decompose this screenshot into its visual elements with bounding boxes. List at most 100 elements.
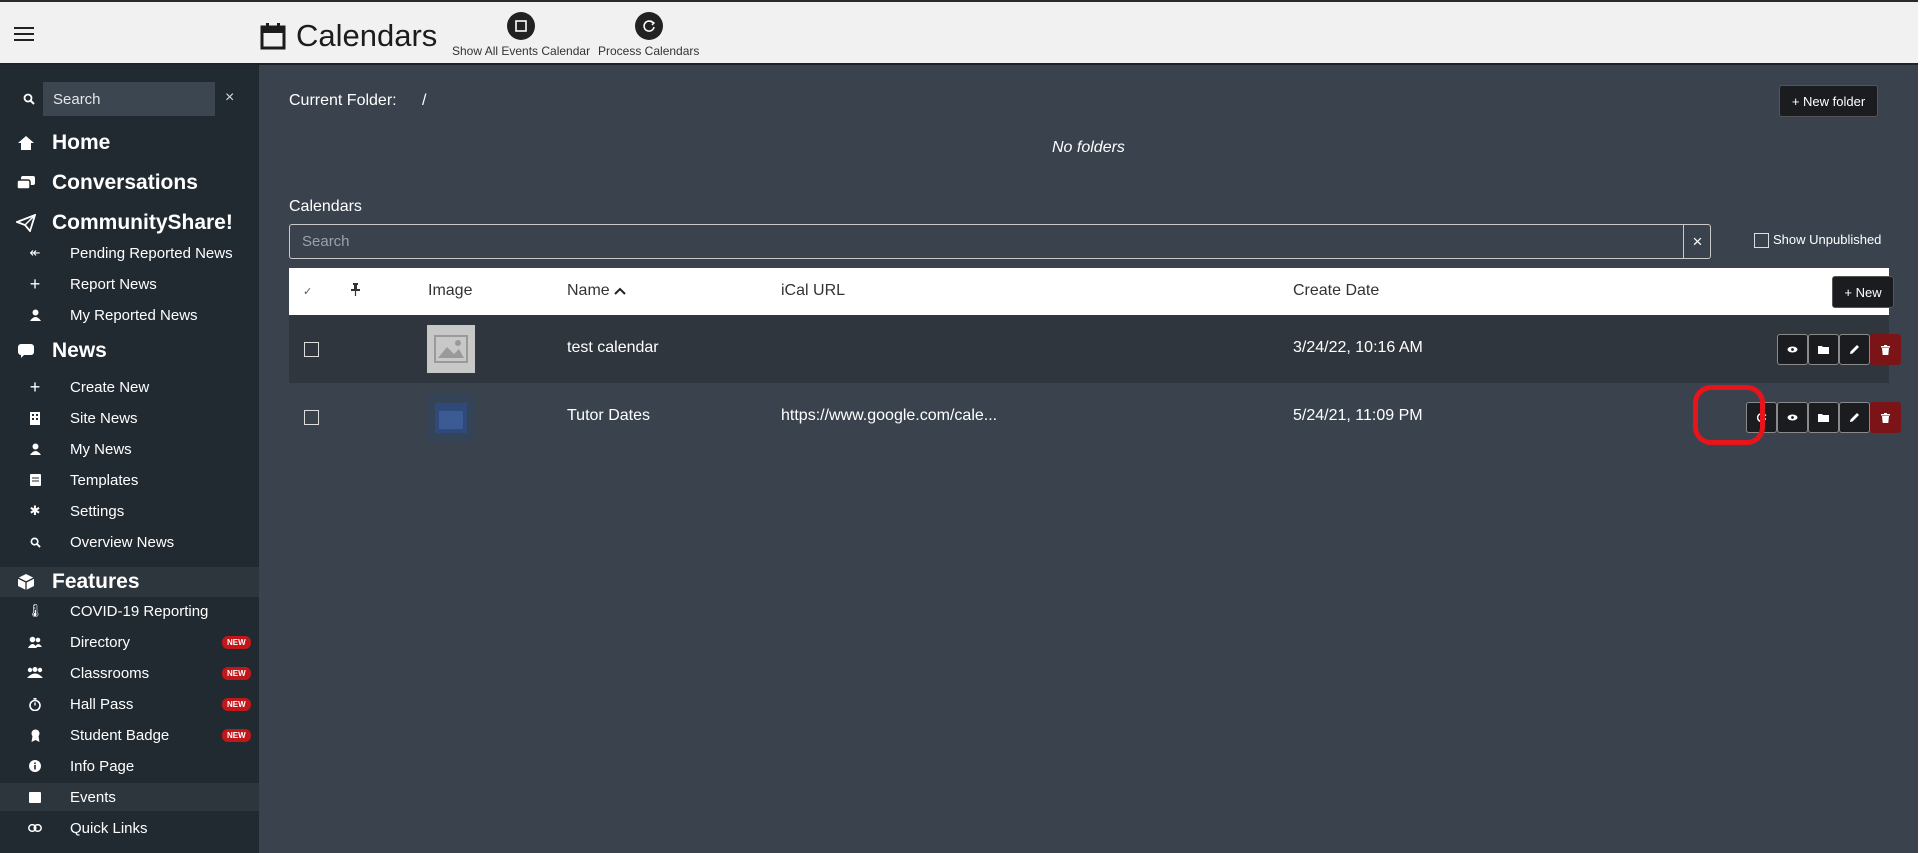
no-folders-message: No folders <box>1052 139 1125 156</box>
calendar-ical-url: https://www.google.com/cale... <box>781 407 998 424</box>
sidebar-item-site-news[interactable]: Site News <box>0 404 259 432</box>
sidebar-item-quick-links[interactable]: Quick Links <box>0 814 259 842</box>
sidebar-search-clear-button[interactable]: × <box>225 89 234 107</box>
column-name-sort[interactable]: Name <box>567 282 610 300</box>
table-row: test calendar 3/24/22, 10:16 AM <box>289 315 1901 383</box>
sidebar-item-news[interactable]: News <box>0 336 259 366</box>
show-all-events-label: Show All Events Calendar <box>452 44 591 58</box>
delete-button[interactable] <box>1870 334 1901 365</box>
chat-icon <box>16 176 35 190</box>
sidebar-item-label: Site News <box>70 409 138 427</box>
comment-icon <box>18 344 34 358</box>
check-all-icon[interactable]: ✓ <box>303 285 312 298</box>
sidebar-item-my-news[interactable]: My News <box>0 435 259 463</box>
move-folder-button[interactable] <box>1808 402 1839 433</box>
plus-icon: + <box>29 273 41 294</box>
show-all-events-calendar-button[interactable]: Show All Events Calendar <box>452 12 590 58</box>
stopwatch-icon <box>29 697 41 711</box>
hamburger-menu-icon[interactable] <box>14 27 34 43</box>
table-header: ✓ Image Name iCal URL Create Date + New <box>289 268 1894 315</box>
sidebar-item-student-badge[interactable]: Student Badge NEW <box>0 721 259 749</box>
sidebar-item-templates[interactable]: Templates <box>0 466 259 494</box>
process-calendars-button[interactable]: Process Calendars <box>598 12 699 58</box>
sync-calendar-button[interactable] <box>1746 402 1777 433</box>
delete-button[interactable] <box>1870 402 1901 433</box>
sidebar-item-label: Quick Links <box>70 819 148 837</box>
main-content: Current Folder: / + New folder No folder… <box>259 65 1918 853</box>
pencil-icon <box>1850 345 1859 354</box>
user-icon <box>29 309 41 321</box>
page-header: Calendars <box>260 18 437 54</box>
sidebar-item-label: Directory <box>70 633 131 651</box>
calendar-search-clear-button[interactable]: × <box>1683 225 1711 258</box>
trash-icon <box>1881 412 1890 423</box>
sidebar-item-settings[interactable]: ✱ Settings <box>0 497 259 525</box>
user-icon <box>29 443 41 455</box>
column-create-date: Create Date <box>1293 282 1380 299</box>
column-image: Image <box>428 282 473 299</box>
sidebar-item-label: Create New <box>70 378 150 396</box>
sidebar-item-my-reported-news[interactable]: My Reported News <box>0 301 259 329</box>
calendar-name[interactable]: Tutor Dates <box>567 407 650 425</box>
sidebar-item-home[interactable]: Home <box>0 128 259 158</box>
folder-icon <box>1818 346 1829 354</box>
new-badge: NEW <box>222 729 251 742</box>
sidebar-news-label: News <box>52 339 107 362</box>
sidebar-item-info-page[interactable]: Info Page <box>0 752 259 780</box>
sidebar-item-classrooms[interactable]: Classrooms NEW <box>0 659 259 687</box>
sidebar-features-label: Features <box>52 570 140 593</box>
new-folder-button[interactable]: + New folder <box>1779 85 1878 117</box>
sidebar-item-communityshare[interactable]: CommunityShare! <box>0 208 259 238</box>
sidebar-item-label: Classrooms <box>70 664 150 682</box>
reply-all-icon: ↞ <box>29 245 41 260</box>
sidebar-item-pending-reported-news[interactable]: ↞ Pending Reported News <box>0 239 259 267</box>
sidebar-item-conversations[interactable]: Conversations <box>0 168 259 198</box>
sort-ascending-icon[interactable] <box>614 287 626 295</box>
edit-button[interactable] <box>1839 334 1870 365</box>
sidebar-item-features[interactable]: Features <box>0 567 259 597</box>
move-folder-button[interactable] <box>1808 334 1839 365</box>
sidebar-item-label: Templates <box>70 471 139 489</box>
sidebar-item-overview-news[interactable]: Overview News <box>0 528 259 556</box>
new-calendar-button[interactable]: + New <box>1832 276 1894 308</box>
current-folder-label: Current Folder: <box>289 92 397 109</box>
edit-button[interactable] <box>1839 402 1870 433</box>
sidebar-item-covid-19-reporting[interactable]: 🌡︎ COVID-19 Reporting <box>0 597 259 625</box>
sidebar-item-label: Overview News <box>70 533 175 551</box>
sidebar-item-label: Pending Reported News <box>70 244 233 262</box>
eye-icon <box>1787 414 1798 421</box>
sidebar-item-events[interactable]: Events <box>0 783 259 811</box>
calendar-create-date: 3/24/22, 10:16 AM <box>1293 339 1423 356</box>
sidebar-item-directory[interactable]: Directory NEW <box>0 628 259 656</box>
current-folder-path: / <box>422 92 427 109</box>
calendar-search: × <box>289 224 1711 259</box>
view-button[interactable] <box>1777 402 1808 433</box>
view-button[interactable] <box>1777 334 1808 365</box>
pin-icon <box>351 283 360 296</box>
sidebar-conversations-label: Conversations <box>52 171 198 194</box>
sidebar-item-report-news[interactable]: + Report News <box>0 270 259 298</box>
new-badge: NEW <box>222 698 251 711</box>
row-checkbox[interactable] <box>304 342 319 357</box>
sidebar-item-label: Settings <box>70 502 125 520</box>
page-title: Calendars <box>296 18 438 53</box>
show-unpublished-label: Show Unpublished <box>1773 232 1882 247</box>
cube-icon <box>17 574 35 590</box>
table-row: Tutor Dates https://www.google.com/cale.… <box>289 383 1901 451</box>
column-ical-url: iCal URL <box>781 282 846 299</box>
show-unpublished-checkbox[interactable] <box>1754 233 1769 248</box>
row-checkbox[interactable] <box>304 410 319 425</box>
plus-icon: + <box>29 376 41 397</box>
sidebar-search-input[interactable] <box>43 82 215 116</box>
calendar-search-input[interactable] <box>290 225 1683 258</box>
sidebar-item-hall-pass[interactable]: Hall Pass NEW <box>0 690 259 718</box>
sidebar-item-label: Student Badge <box>70 726 170 744</box>
process-calendars-label: Process Calendars <box>598 44 700 58</box>
link-icon <box>28 824 42 832</box>
sidebar-item-create-new[interactable]: + Create New <box>0 373 259 401</box>
sidebar: × Home Conversations CommunityShare! ↞ P… <box>0 65 259 853</box>
calendar-name[interactable]: test calendar <box>567 339 659 357</box>
refresh-icon <box>1756 412 1767 423</box>
folder-icon <box>1818 414 1829 422</box>
sidebar-item-label: Report News <box>70 275 157 293</box>
